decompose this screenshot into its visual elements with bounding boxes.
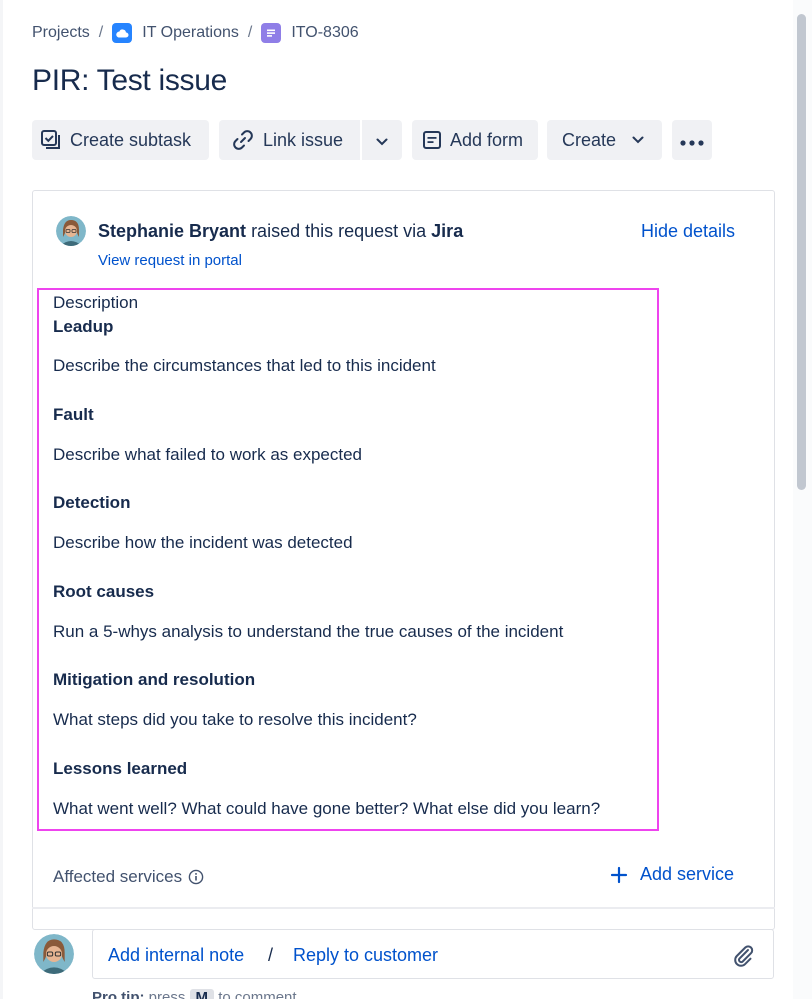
section-body: What went well? What could have gone bet… <box>53 799 601 818</box>
comment-separator: / <box>268 945 274 965</box>
keyboard-shortcut-key: M <box>189 989 215 999</box>
raised-via-text: raised this request via <box>251 221 427 241</box>
view-request-in-portal-link[interactable]: View request in portal <box>98 252 242 269</box>
section-heading: Root causes <box>53 582 155 601</box>
section-heading: Fault <box>53 405 94 424</box>
section-heading: Mitigation and resolution <box>53 670 256 689</box>
create-label: Create <box>562 129 617 150</box>
hide-details-link[interactable]: Hide details <box>641 221 735 242</box>
link-issue-label: Link issue <box>263 129 344 150</box>
pro-tip-text: press <box>148 989 186 999</box>
add-form-label: Add form <box>450 129 524 150</box>
requester-name[interactable]: Stephanie Bryant <box>98 221 246 241</box>
document-icon <box>261 23 282 43</box>
pro-tip-suffix: to comment <box>218 989 297 999</box>
pro-tip: Pro tip: press M to comment <box>92 989 297 999</box>
info-icon[interactable] <box>188 869 204 885</box>
description-label: Description <box>53 293 139 312</box>
section-heading: Leadup <box>53 317 114 336</box>
link-issue-dropdown-button[interactable] <box>362 120 402 160</box>
issue-view-page: Projects / IT Operations / ITO-8306 PIR:… <box>0 0 812 999</box>
breadcrumb-issue-key[interactable]: ITO-8306 <box>291 24 358 42</box>
avatar[interactable] <box>56 216 86 246</box>
section-heading: Detection <box>53 493 131 512</box>
issue-title[interactable]: PIR: Test issue <box>32 64 227 98</box>
left-panel-divider <box>0 0 3 999</box>
breadcrumb-separator: / <box>98 24 104 41</box>
chevron-down-icon <box>376 130 388 151</box>
form-icon <box>422 130 442 150</box>
section-body: Describe the circumstances that led to t… <box>53 356 436 375</box>
affected-services-field: Affected services <box>53 867 204 887</box>
add-service-label: Add service <box>640 864 735 884</box>
paperclip-icon[interactable] <box>731 942 755 973</box>
pro-tip-label: Pro tip: <box>92 989 145 999</box>
cloud-icon <box>112 23 133 43</box>
section-body: What steps did you take to resolve this … <box>53 710 417 729</box>
add-service-button[interactable]: Add service <box>610 864 734 885</box>
section-heading: Lessons learned <box>53 759 188 778</box>
create-subtask-label: Create subtask <box>70 129 192 150</box>
reply-to-customer-link[interactable]: Reply to customer <box>293 945 438 966</box>
chevron-down-icon <box>632 136 644 144</box>
create-dropdown-button[interactable]: Create <box>547 120 662 160</box>
subtask-icon <box>40 129 62 151</box>
create-subtask-button[interactable]: Create subtask <box>32 120 209 160</box>
requester-line: Stephanie Bryant raised this request via… <box>98 221 463 242</box>
add-form-button[interactable]: Add form <box>412 120 538 160</box>
request-channel: Jira <box>431 221 464 241</box>
activity-divider <box>32 907 775 909</box>
breadcrumb-separator: / <box>247 24 253 41</box>
breadcrumb-projects[interactable]: Projects <box>32 24 90 42</box>
section-body: Describe how the incident was detected <box>53 533 353 552</box>
breadcrumb-project[interactable]: IT Operations <box>142 24 239 42</box>
avatar <box>34 934 74 974</box>
section-body: Describe what failed to work as expected <box>53 445 362 464</box>
scrollbar-thumb[interactable] <box>797 14 806 490</box>
affected-services-label: Affected services <box>53 867 183 886</box>
more-icon <box>680 130 704 151</box>
section-body: Run a 5-whys analysis to understand the … <box>53 622 564 641</box>
link-icon <box>231 128 255 152</box>
breadcrumb: Projects / IT Operations / ITO-8306 <box>32 22 359 44</box>
plus-icon <box>610 866 628 884</box>
add-internal-note-link[interactable]: Add internal note <box>108 945 244 966</box>
more-actions-button[interactable] <box>672 120 712 160</box>
